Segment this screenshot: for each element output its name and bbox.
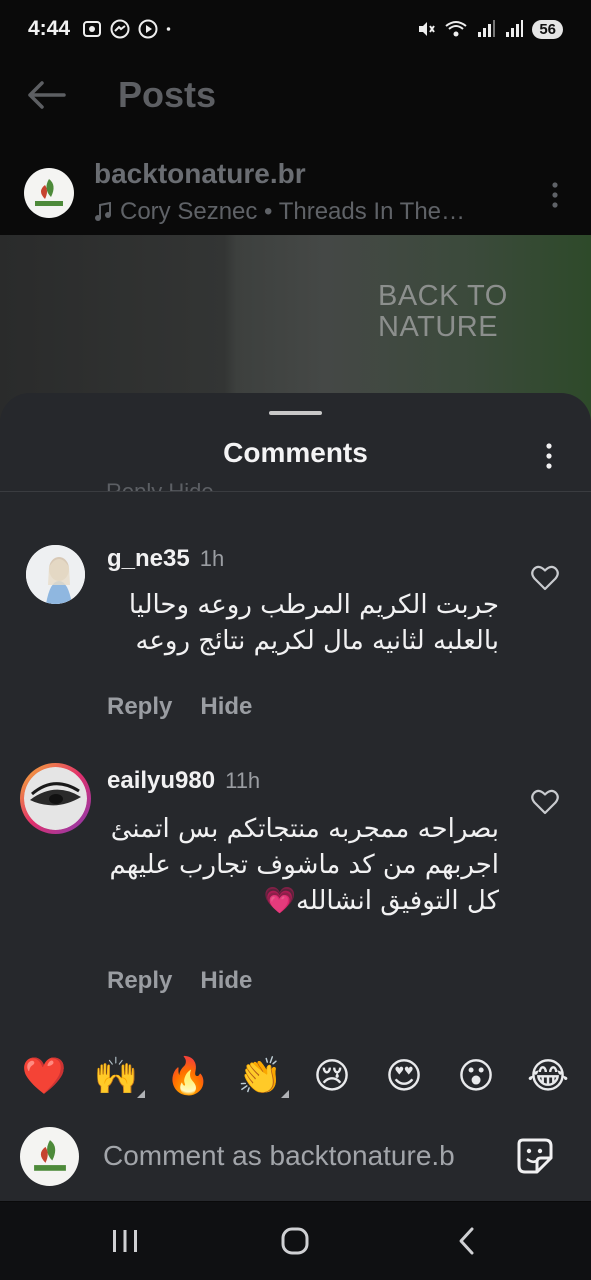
status-left-icons — [82, 19, 176, 39]
emoji-laughing[interactable]: 😂 — [525, 1054, 571, 1100]
chevron-left-icon — [459, 1227, 474, 1255]
home-button[interactable] — [265, 1211, 325, 1271]
signal-icon — [478, 20, 496, 37]
recent-apps-button[interactable] — [95, 1211, 155, 1271]
status-time: 4:44 — [28, 17, 71, 40]
divider — [0, 491, 591, 492]
comment-time: 11h — [225, 768, 261, 793]
hide-button[interactable]: Hide — [200, 693, 252, 721]
status-right-icons: 56 — [416, 19, 563, 39]
back-button[interactable] — [0, 58, 92, 132]
wifi-icon — [445, 21, 467, 37]
emoji-reaction-bar: ❤️ 🙌 🔥 👏 😢 😍 😮 😂 — [0, 1050, 591, 1104]
comment-username[interactable]: g_ne35 — [107, 545, 190, 573]
screen-record-icon — [83, 21, 102, 37]
reply-button[interactable]: Reply — [107, 693, 172, 721]
drag-handle[interactable] — [269, 411, 322, 415]
emoji-clapping[interactable]: 👏 — [237, 1054, 289, 1100]
media-icon — [138, 19, 158, 39]
header: Posts — [0, 58, 591, 132]
dot-icon — [166, 27, 171, 31]
post-audio-label: Cory Seznec • Threads In The… — [120, 198, 466, 225]
comment-header: eailyu980 11h — [107, 767, 260, 795]
arrow-left-icon — [28, 81, 66, 109]
comment-input[interactable] — [103, 1134, 507, 1178]
image-brand-text: BACK TO NATURE — [378, 280, 508, 343]
more-options-icon[interactable] — [539, 441, 559, 471]
system-navigation-bar — [0, 1202, 591, 1280]
home-icon — [281, 1227, 309, 1255]
cut-off-comment-actions: Reply Hide — [106, 479, 214, 491]
page-title: Posts — [118, 74, 217, 115]
post-meta: backtonature.br Cory Seznec • Threads In… — [94, 158, 465, 226]
mute-icon — [419, 22, 436, 36]
emoji-heart[interactable]: ❤️ — [21, 1054, 67, 1100]
signal-icon — [506, 20, 524, 37]
post-header: backtonature.br Cory Seznec • Threads In… — [0, 150, 591, 234]
comment-composer — [0, 1112, 591, 1200]
emoji-raised-hands[interactable]: 🙌 — [93, 1054, 145, 1100]
comment-time: 1h — [199, 546, 225, 571]
emoji-heart-eyes[interactable]: 😍 — [381, 1054, 427, 1100]
avatar[interactable] — [26, 545, 85, 604]
comment-actions: Reply Hide — [107, 967, 252, 995]
heart-icon[interactable] — [531, 789, 559, 815]
comment-actions: Reply Hide — [107, 693, 252, 721]
more-options-icon[interactable] — [545, 180, 565, 210]
sheet-title: Comments — [223, 437, 368, 468]
avatar — [20, 1126, 79, 1186]
comment-text: جربت الكريم المرطب روعه وحاليا بالعلبه ل… — [128, 590, 499, 656]
post-username[interactable]: backtonature.br — [94, 158, 465, 190]
brand-logo-icon — [33, 1140, 66, 1171]
heart-icon[interactable] — [531, 565, 559, 591]
sticker-icon[interactable] — [515, 1136, 555, 1176]
avatar-photo — [26, 545, 85, 604]
comment-header: g_ne35 1h — [107, 545, 224, 573]
hide-button[interactable]: Hide — [200, 967, 252, 995]
music-note-icon — [95, 202, 111, 221]
back-nav-button[interactable] — [436, 1211, 496, 1271]
status-bar: 4:44 56 — [0, 0, 591, 58]
battery-indicator: 56 — [532, 19, 563, 39]
emoji-surprised[interactable]: 😮 — [453, 1054, 499, 1100]
emoji-fire[interactable]: 🔥 — [165, 1054, 211, 1100]
comment-username[interactable]: eailyu980 — [107, 767, 215, 795]
post-audio[interactable]: Cory Seznec • Threads In The… — [94, 198, 465, 226]
reply-button[interactable]: Reply — [107, 967, 172, 995]
avatar-photo — [24, 767, 87, 830]
brand-logo-icon — [35, 179, 63, 206]
comment-text: بصراحه ممجربه منتجاتكم بس اتمنئ اجربهم م… — [109, 814, 499, 916]
recent-apps-icon — [113, 1230, 138, 1252]
emoji-crying[interactable]: 😢 — [309, 1054, 355, 1100]
messenger-icon — [110, 19, 130, 39]
post-author-avatar[interactable] — [24, 168, 74, 218]
